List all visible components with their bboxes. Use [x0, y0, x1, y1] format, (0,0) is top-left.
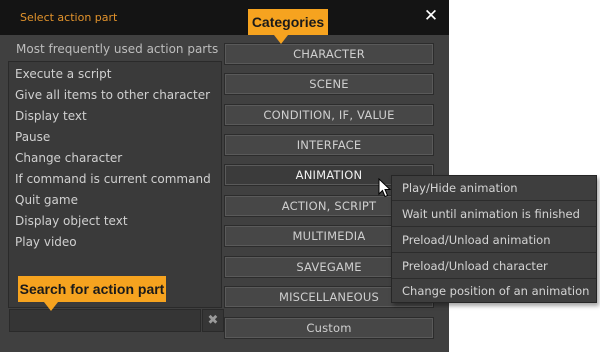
callout-pointer [274, 35, 288, 44]
callout-pointer [44, 302, 58, 311]
categories-callout: Categories [248, 9, 328, 44]
frequent-actions-label: Most frequently used action parts [16, 42, 219, 56]
submenu-item[interactable]: Preload/Unload animation [392, 228, 596, 253]
list-item[interactable]: Give all items to other character [15, 86, 210, 105]
submenu-item[interactable]: Play/Hide animation [392, 176, 596, 201]
submenu-item[interactable]: Preload/Unload character [392, 254, 596, 279]
mouse-pointer-icon [378, 178, 392, 198]
category-custom-button[interactable]: Custom [224, 317, 434, 339]
list-item[interactable]: Play video [15, 233, 77, 252]
list-item[interactable]: Display text [15, 107, 87, 126]
frequent-actions-list[interactable]: Execute a script Give all items to other… [8, 61, 222, 308]
categories-callout-label: Categories [251, 14, 325, 30]
close-icon[interactable]: ✕ [423, 7, 439, 25]
search-input[interactable] [9, 309, 201, 332]
list-item[interactable]: Quit game [15, 191, 78, 210]
list-item[interactable]: Change character [15, 149, 122, 168]
category-interface-button[interactable]: INTERFACE [224, 134, 434, 156]
title-bar: Select action part ✕ [0, 0, 449, 35]
list-item[interactable]: If command is current command [15, 170, 211, 189]
search-callout-label: Search for action part [19, 281, 165, 297]
animation-submenu: Play/Hide animation Wait until animation… [391, 175, 597, 303]
clear-search-icon[interactable]: ✖ [202, 309, 224, 332]
category-condition-button[interactable]: CONDITION, IF, VALUE [224, 104, 434, 126]
submenu-item[interactable]: Change position of an animation [392, 279, 596, 304]
category-character-button[interactable]: CHARACTER [224, 43, 434, 65]
dialog-title: Select action part [20, 11, 118, 24]
submenu-item[interactable]: Wait until animation is finished [392, 202, 596, 227]
category-scene-button[interactable]: SCENE [224, 73, 434, 95]
list-item[interactable]: Pause [15, 128, 50, 147]
list-item[interactable]: Display object text [15, 212, 128, 231]
list-item[interactable]: Execute a script [15, 65, 111, 84]
search-callout: Search for action part [18, 276, 166, 311]
